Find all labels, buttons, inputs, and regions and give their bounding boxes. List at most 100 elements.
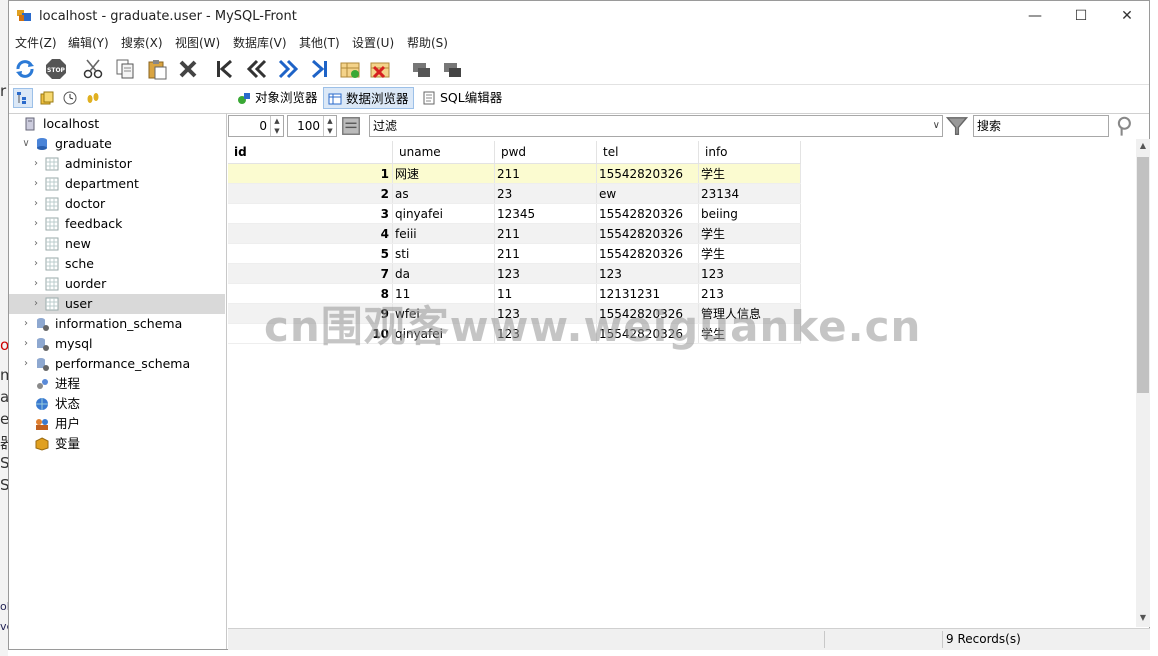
- cell-id[interactable]: 4: [228, 223, 393, 244]
- cancel-button[interactable]: [439, 56, 465, 82]
- cell-info[interactable]: 学生: [698, 163, 801, 184]
- cell-uname[interactable]: da: [392, 263, 495, 284]
- cell-pwd[interactable]: 211: [494, 243, 597, 264]
- stop-button[interactable]: STOP: [43, 56, 69, 82]
- table-row[interactable]: 1 网速 211 15542820326 学生: [228, 163, 801, 184]
- delete-record-button[interactable]: [367, 56, 393, 82]
- paste-button[interactable]: [144, 56, 170, 82]
- last-record-button[interactable]: [306, 56, 332, 82]
- column-header-uname[interactable]: uname: [392, 141, 495, 164]
- insert-record-button[interactable]: [337, 56, 363, 82]
- next-page-button[interactable]: [275, 56, 301, 82]
- chevron-down-icon[interactable]: ∨: [21, 134, 31, 154]
- cell-tel[interactable]: 15542820326: [596, 243, 699, 264]
- chevron-right-icon[interactable]: ›: [31, 214, 41, 234]
- search-button[interactable]: [1111, 114, 1135, 138]
- offset-spin-arrows[interactable]: ▲ ▼: [270, 116, 283, 136]
- tree-item-doctor[interactable]: › doctor: [9, 194, 225, 214]
- limit-stepper[interactable]: 100 ▲ ▼: [287, 115, 337, 137]
- copy-button[interactable]: [112, 56, 138, 82]
- chevron-right-icon[interactable]: ›: [31, 234, 41, 254]
- scrollbar-thumb[interactable]: [1137, 157, 1149, 393]
- cell-info[interactable]: beiing: [698, 203, 801, 224]
- cell-info[interactable]: 学生: [698, 243, 801, 264]
- chevron-right-icon[interactable]: ›: [31, 174, 41, 194]
- table-row[interactable]: 3 qinyafei 12345 15542820326 beiing: [228, 203, 801, 224]
- prev-page-button[interactable]: [244, 56, 270, 82]
- tree-item-performance_schema[interactable]: › performance_schema: [9, 354, 225, 374]
- menu-other[interactable]: 其他(T): [299, 34, 340, 51]
- table-row[interactable]: 7 da 123 123 123: [228, 263, 801, 284]
- cell-id[interactable]: 7: [228, 263, 393, 284]
- cell-id[interactable]: 3: [228, 203, 393, 224]
- chevron-right-icon[interactable]: ›: [21, 314, 31, 334]
- tree-item-feedback[interactable]: › feedback: [9, 214, 225, 234]
- post-button[interactable]: [408, 56, 434, 82]
- tree-item-变量[interactable]: 变量: [9, 434, 225, 454]
- menu-view[interactable]: 视图(W): [175, 34, 220, 51]
- tree-item-new[interactable]: › new: [9, 234, 225, 254]
- tree-item-用户[interactable]: 用户: [9, 414, 225, 434]
- tree-item-information_schema[interactable]: › information_schema: [9, 314, 225, 334]
- cut-button[interactable]: [80, 56, 106, 82]
- cell-tel[interactable]: 15542820326: [596, 163, 699, 184]
- vertical-scrollbar[interactable]: ▲ ▼: [1136, 139, 1150, 627]
- scroll-up-arrow[interactable]: ▲: [1136, 139, 1150, 153]
- tab-object-browser[interactable]: 对象浏览器: [233, 87, 321, 109]
- cell-id[interactable]: 5: [228, 243, 393, 264]
- menu-database[interactable]: 数据库(V): [233, 34, 287, 51]
- limit-apply-button[interactable]: [339, 114, 363, 138]
- cell-pwd[interactable]: 123: [494, 263, 597, 284]
- cell-pwd[interactable]: 211: [494, 223, 597, 244]
- cell-info[interactable]: 23134: [698, 183, 801, 204]
- cell-pwd[interactable]: 12345: [494, 203, 597, 224]
- cell-id[interactable]: 2: [228, 183, 393, 204]
- cell-uname[interactable]: as: [392, 183, 495, 204]
- column-header-info[interactable]: info: [698, 141, 801, 164]
- tree-item-department[interactable]: › department: [9, 174, 225, 194]
- tree-item-sche[interactable]: › sche: [9, 254, 225, 274]
- close-button[interactable]: ✕: [1104, 1, 1150, 31]
- cell-tel[interactable]: 15542820326: [596, 223, 699, 244]
- cell-uname[interactable]: qinyafei: [392, 203, 495, 224]
- chevron-right-icon[interactable]: ›: [31, 294, 41, 314]
- refresh-button[interactable]: [12, 56, 38, 82]
- cell-tel[interactable]: ew: [596, 183, 699, 204]
- cell-tel[interactable]: 123: [596, 263, 699, 284]
- tree-item-localhost[interactable]: localhost: [9, 114, 225, 134]
- cell-uname[interactable]: 网速: [392, 163, 495, 184]
- tree-item-graduate[interactable]: ∨ graduate: [9, 134, 225, 154]
- tree-item-mysql[interactable]: › mysql: [9, 334, 225, 354]
- maximize-button[interactable]: ☐: [1058, 1, 1104, 31]
- cell-info[interactable]: 学生: [698, 223, 801, 244]
- chevron-right-icon[interactable]: ›: [31, 194, 41, 214]
- table-row[interactable]: 2 as 23 ew 23134: [228, 183, 801, 204]
- chevron-right-icon[interactable]: ›: [31, 274, 41, 294]
- tab-bookmarks[interactable]: [37, 88, 57, 108]
- tab-sql-history[interactable]: [83, 88, 103, 108]
- tree-item-进程[interactable]: 进程: [9, 374, 225, 394]
- tree-item-uorder[interactable]: › uorder: [9, 274, 225, 294]
- tree-item-状态[interactable]: 状态: [9, 394, 225, 414]
- tab-navigator[interactable]: [13, 88, 33, 108]
- menu-file[interactable]: 文件(Z): [15, 34, 57, 51]
- chevron-right-icon[interactable]: ›: [21, 334, 31, 354]
- scroll-down-arrow[interactable]: ▼: [1136, 611, 1150, 625]
- filter-input[interactable]: 过滤 ∨: [369, 115, 943, 137]
- tab-history[interactable]: [60, 88, 80, 108]
- column-header-pwd[interactable]: pwd: [494, 141, 597, 164]
- tab-sql-editor[interactable]: SQL编辑器: [418, 87, 504, 109]
- menu-help[interactable]: 帮助(S): [407, 34, 448, 51]
- column-header-id[interactable]: id: [228, 141, 393, 164]
- chevron-down-icon[interactable]: ∨: [933, 116, 940, 136]
- column-header-tel[interactable]: tel: [596, 141, 699, 164]
- table-row[interactable]: 4 feiii 211 15542820326 学生: [228, 223, 801, 244]
- minimize-button[interactable]: —: [1012, 1, 1058, 31]
- chevron-right-icon[interactable]: ›: [31, 254, 41, 274]
- menu-edit[interactable]: 编辑(Y): [68, 34, 109, 51]
- apply-filter-button[interactable]: [945, 114, 969, 138]
- menu-settings[interactable]: 设置(U): [352, 34, 394, 51]
- delete-button[interactable]: [175, 56, 201, 82]
- cell-id[interactable]: 1: [228, 163, 393, 184]
- table-row[interactable]: 5 sti 211 15542820326 学生: [228, 243, 801, 264]
